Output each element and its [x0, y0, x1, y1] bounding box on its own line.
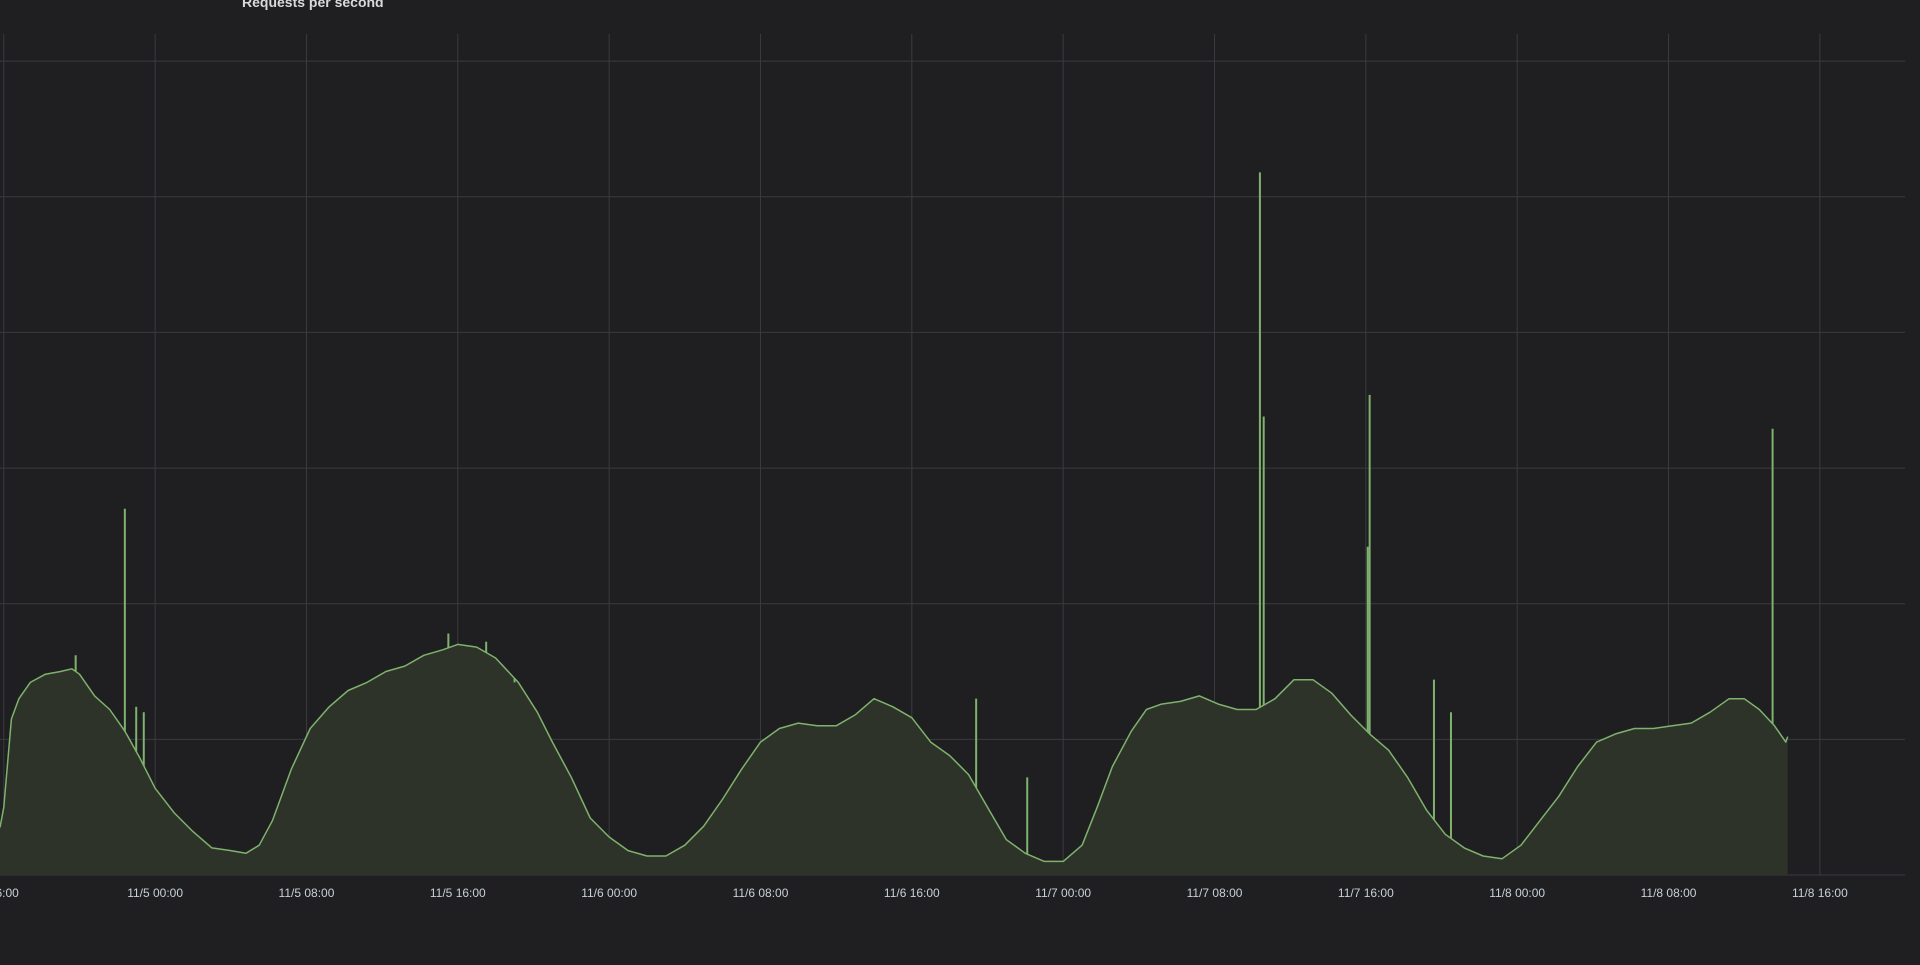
x-tick-label: 11/7 16:00 — [1338, 886, 1394, 900]
x-tick-label: 11/6 16:00 — [884, 886, 940, 900]
x-tick-label: 11/5 16:00 — [430, 886, 486, 900]
x-tick-label: 11/8 16:00 — [1792, 886, 1848, 900]
x-tick-label: 11/8 08:00 — [1641, 886, 1697, 900]
x-axis: 16:00 11/5 00:00 11/5 08:00 11/5 16:00 11/6 … — [0, 886, 1848, 900]
x-tick-label: 11/5 00:00 — [127, 886, 183, 900]
x-tick-label: 16:00 — [0, 886, 19, 900]
graph-panel: Requests per second 16:0011/5 00:0011/5 … — [0, 0, 1920, 965]
requests-chart: 16:00 11/5 00:00 11/5 08:00 11/5 16:00 11/6 … — [0, 34, 1905, 900]
x-tick-label: 11/8 00:00 — [1489, 886, 1545, 900]
x-tick-label: 11/6 00:00 — [581, 886, 637, 900]
x-tick-label: 11/6 08:00 — [733, 886, 789, 900]
x-tick-label: 11/7 08:00 — [1187, 886, 1243, 900]
series-fill — [0, 644, 1788, 875]
x-tick-label: 11/5 08:00 — [279, 886, 335, 900]
x-tick-label: 11/7 00:00 — [1035, 886, 1091, 900]
series-area — [0, 643, 1789, 875]
